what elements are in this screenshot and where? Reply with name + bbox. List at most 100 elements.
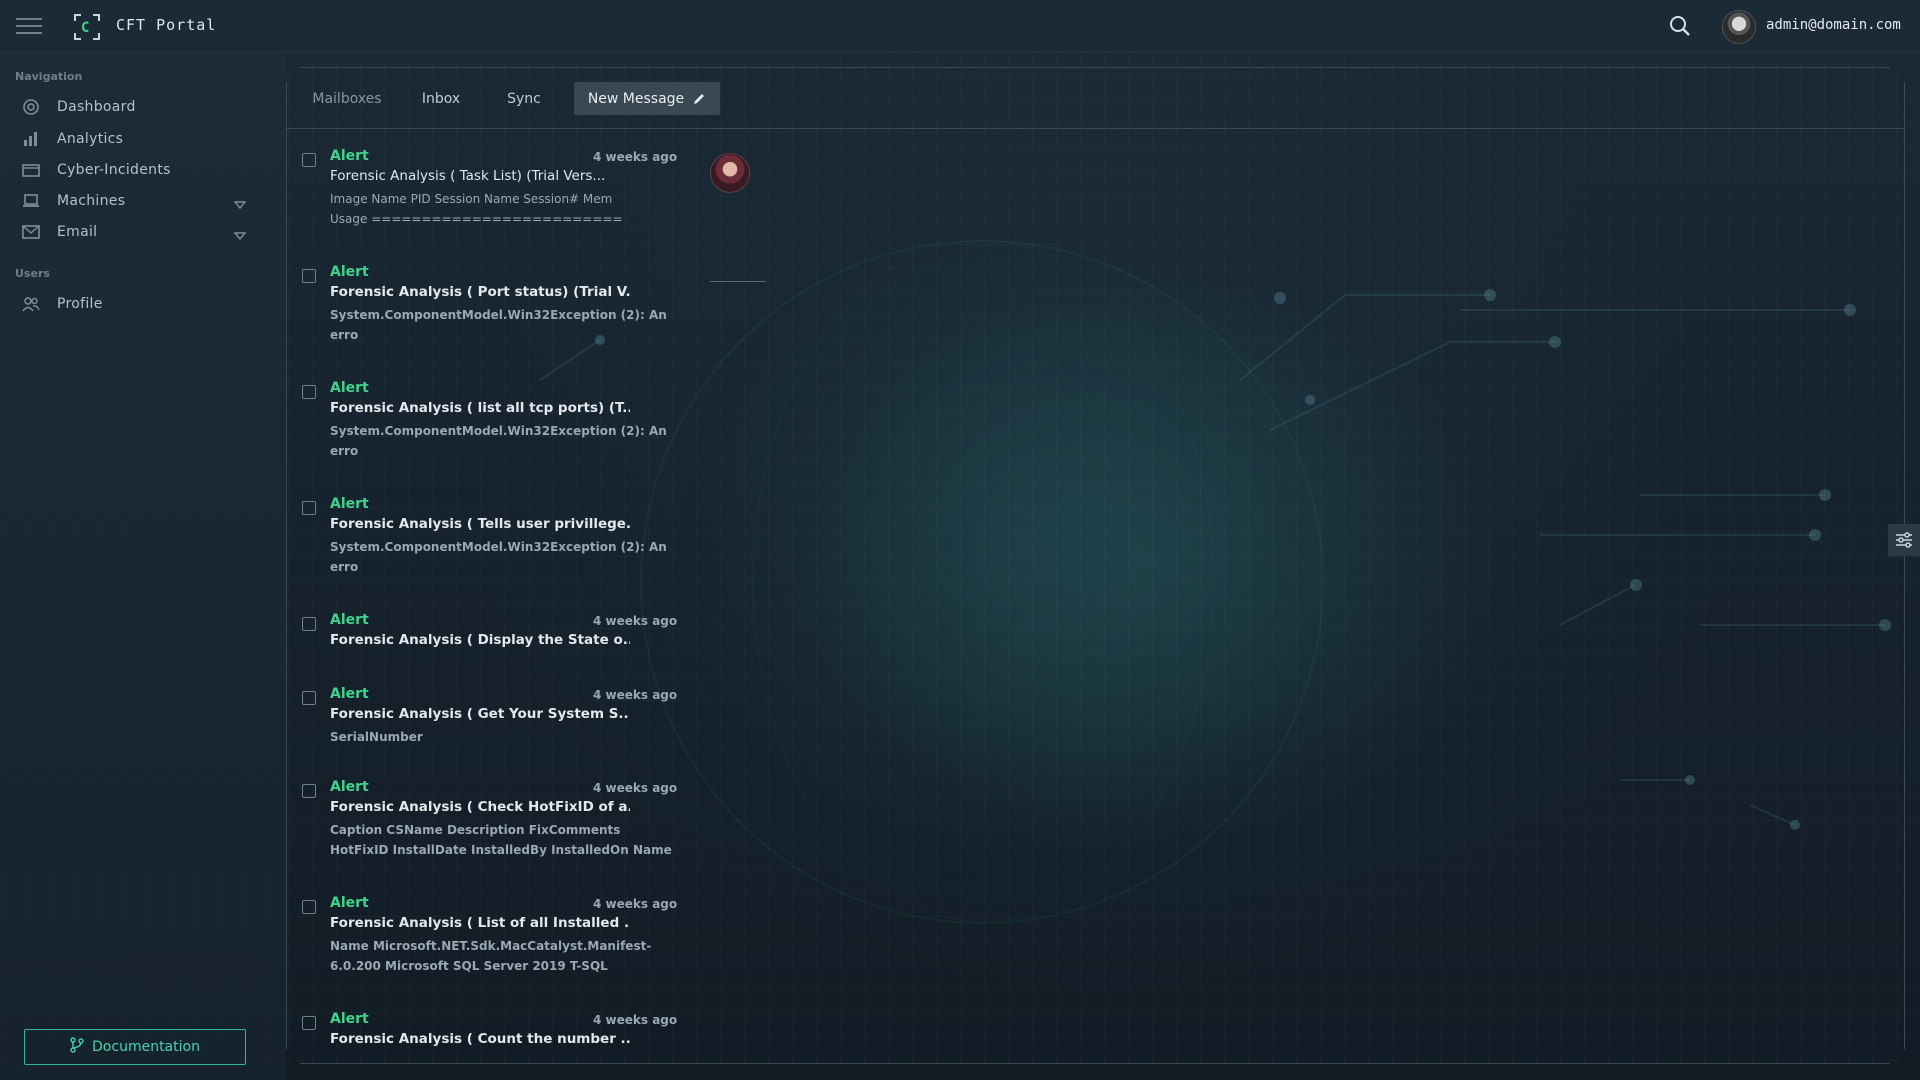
tabs-bottom-border: [287, 128, 1904, 129]
message-item[interactable]: Alert 4 weeks ago Forensic Analysis ( Di…: [300, 612, 690, 657]
user-avatar[interactable]: [1722, 10, 1756, 44]
message-item[interactable]: Alert 4 weeks ago Forensic Analysis ( Ch…: [300, 779, 690, 859]
sidebar-item-analytics[interactable]: Analytics: [20, 125, 256, 153]
message-checkbox[interactable]: [302, 153, 316, 167]
message-time: 4 weeks ago: [593, 688, 678, 702]
message-time: 4 weeks ago: [593, 150, 678, 164]
message-subject: Forensic Analysis ( Count the number ...: [330, 1031, 630, 1047]
message-tag: Alert: [330, 148, 369, 164]
background-grid: [0, 52, 1920, 1080]
dashboard-icon: [20, 98, 42, 116]
message-item[interactable]: Alert 4 weeks ago Forensic Analysis ( Li…: [300, 895, 690, 975]
message-checkbox[interactable]: [302, 501, 316, 515]
message-checkbox[interactable]: [302, 269, 316, 283]
tab-inbox[interactable]: Inbox: [414, 82, 468, 115]
chevron-down-icon[interactable]: [233, 226, 247, 245]
message-preview: SerialNumber: [330, 730, 423, 744]
message-item[interactable]: Alert Forensic Analysis ( Tells user pri…: [300, 496, 690, 576]
message-preview: Name Microsoft.NET.Sdk.MacCatalyst.Manif…: [330, 939, 652, 973]
sidebar-item-label: Cyber-Incidents: [57, 162, 171, 178]
sender-avatar: [710, 153, 750, 193]
message-checkbox[interactable]: [302, 1016, 316, 1030]
message-tag: Alert: [330, 380, 369, 396]
new-message-button[interactable]: New Message: [574, 82, 720, 115]
sidebar-item-label: Machines: [57, 193, 126, 209]
message-tag: Alert: [330, 1011, 369, 1027]
message-preview: System.ComponentModel.Win32Exception (2)…: [330, 540, 667, 574]
sidebar-item-dashboard[interactable]: Dashboard: [20, 93, 256, 121]
message-subject: Forensic Analysis ( list all tcp ports) …: [330, 400, 630, 416]
sidebar-section-navigation: Navigation: [15, 70, 83, 83]
sidebar-item-label: Email: [57, 224, 98, 240]
message-time: 4 weeks ago: [593, 781, 678, 795]
sidebar-item-profile[interactable]: Profile: [20, 290, 256, 318]
message-subject: Forensic Analysis ( Tells user privilleg…: [330, 516, 630, 532]
message-item[interactable]: Alert 4 weeks ago Forensic Analysis ( Co…: [300, 1011, 690, 1056]
sidebar-item-email[interactable]: Email: [20, 218, 256, 246]
message-checkbox[interactable]: [302, 617, 316, 631]
sidebar: Navigation Dashboard Analytics Cyber-Inc…: [0, 53, 286, 1080]
envelope-icon: [20, 223, 42, 241]
message-subject: Forensic Analysis ( Check HotFixID of a.…: [330, 799, 630, 815]
message-item[interactable]: Alert Forensic Analysis ( list all tcp p…: [300, 380, 690, 460]
message-tag: Alert: [330, 264, 369, 280]
sidebar-section-users: Users: [15, 267, 50, 280]
message-preview: System.ComponentModel.Win32Exception (2)…: [330, 424, 667, 458]
svg-text:C: C: [81, 20, 89, 36]
search-icon[interactable]: [1668, 14, 1692, 38]
panel-left-border: [286, 82, 287, 1049]
hamburger-menu-icon[interactable]: [16, 18, 42, 34]
sidebar-item-label: Dashboard: [57, 99, 136, 115]
message-preview: Image Name PID Session Name Session# Mem…: [330, 192, 623, 226]
panel-right-border: [1904, 82, 1905, 1049]
message-subject: Forensic Analysis ( List of all Installe…: [330, 915, 630, 931]
panel-bottom-border: [300, 1063, 1890, 1064]
message-subject: Forensic Analysis ( Display the State o.…: [330, 632, 630, 648]
message-tag: Alert: [330, 686, 369, 702]
message-checkbox[interactable]: [302, 784, 316, 798]
documentation-button[interactable]: Documentation: [24, 1029, 246, 1065]
message-subject: Forensic Analysis ( Task List) (Trial Ve…: [330, 168, 606, 184]
message-checkbox[interactable]: [302, 385, 316, 399]
pencil-icon: [692, 92, 706, 106]
folder-icon: [20, 161, 42, 179]
background-globe: [640, 240, 1324, 924]
settings-sliders-icon[interactable]: [1888, 524, 1920, 556]
panel-top-border: [300, 67, 1890, 68]
tab-sync[interactable]: Sync: [497, 82, 551, 115]
message-subject: Forensic Analysis ( Get Your System S...: [330, 706, 630, 722]
new-message-label: New Message: [587, 90, 685, 107]
user-email[interactable]: admin@domain.com: [1766, 17, 1901, 33]
message-time: 4 weeks ago: [593, 1013, 678, 1027]
message-tag: Alert: [330, 779, 369, 795]
message-subject: Forensic Analysis ( Port status) (Trial …: [330, 284, 630, 300]
branch-icon: [70, 1037, 84, 1057]
sidebar-item-machines[interactable]: Machines: [20, 187, 256, 215]
chevron-down-icon[interactable]: [233, 195, 247, 214]
message-tag: Alert: [330, 496, 369, 512]
avatar-divider: [710, 281, 766, 282]
message-item[interactable]: Alert Forensic Analysis ( Port status) (…: [300, 264, 690, 344]
sidebar-item-label: Analytics: [57, 131, 124, 147]
message-checkbox[interactable]: [302, 691, 316, 705]
top-bar: C CFT Portal admin@domain.com: [0, 0, 1920, 53]
message-preview: Caption CSName Description FixComments H…: [330, 823, 672, 857]
message-tag: Alert: [330, 612, 369, 628]
message-tag: Alert: [330, 895, 369, 911]
sidebar-item-cyber-incidents[interactable]: Cyber-Incidents: [20, 156, 256, 184]
brand-name: CFT Portal: [116, 16, 217, 34]
users-icon: [20, 295, 42, 313]
message-item[interactable]: Alert 4 weeks ago Forensic Analysis ( Ge…: [300, 686, 690, 746]
bar-chart-icon: [20, 130, 42, 148]
message-time: 4 weeks ago: [593, 614, 678, 628]
message-item[interactable]: Alert 4 weeks ago Forensic Analysis ( Ta…: [300, 148, 690, 228]
background-circuit-lines: [539, 289, 1891, 830]
message-preview: System.ComponentModel.Win32Exception (2)…: [330, 308, 667, 342]
message-time: 4 weeks ago: [593, 897, 678, 911]
sidebar-item-label: Profile: [57, 296, 103, 312]
laptop-icon: [20, 192, 42, 210]
documentation-label: Documentation: [92, 1039, 200, 1055]
message-checkbox[interactable]: [302, 900, 316, 914]
tab-mailboxes[interactable]: Mailboxes: [305, 82, 389, 115]
brand-logo-icon: C: [73, 13, 100, 40]
